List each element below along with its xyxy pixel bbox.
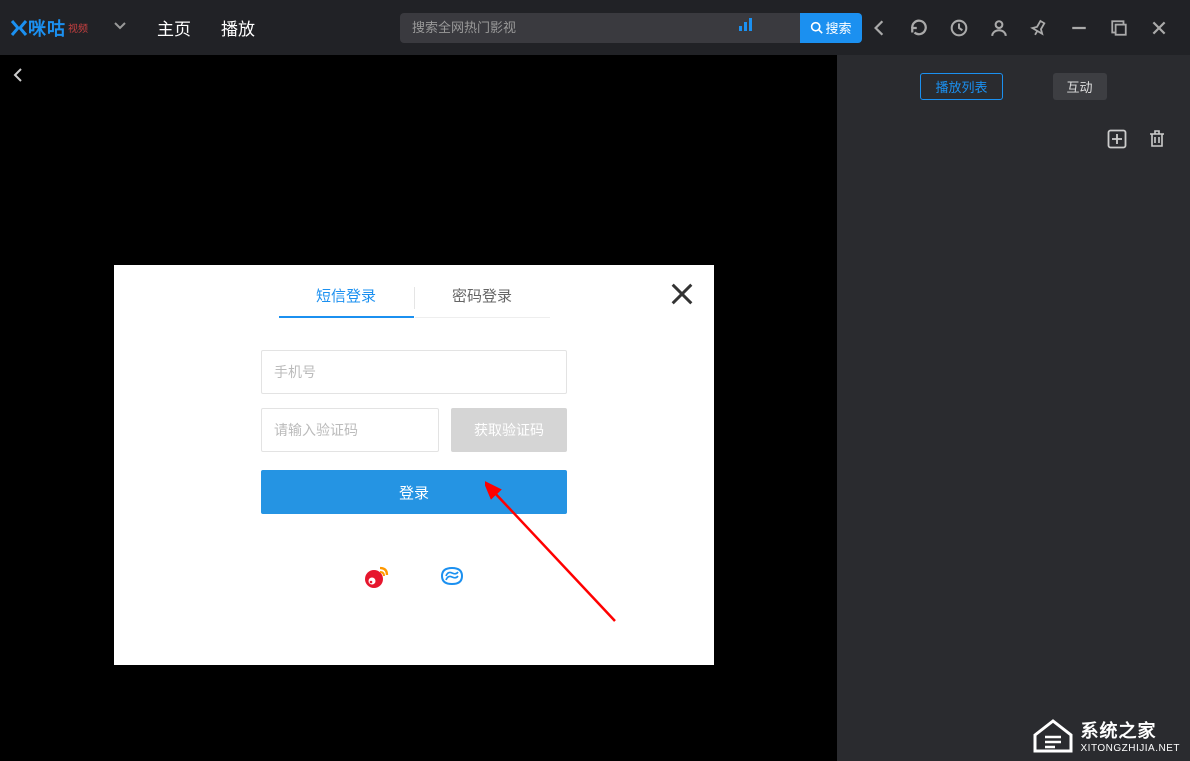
tab-sms-login[interactable]: 短信登录	[279, 285, 414, 318]
main-area: 短信登录 密码登录 获取验证码 登录	[0, 55, 1190, 761]
login-modal: 短信登录 密码登录 获取验证码 登录	[114, 265, 714, 665]
modal-close-icon[interactable]	[668, 280, 696, 313]
verification-code-input[interactable]	[261, 408, 439, 452]
user-icon[interactable]	[988, 17, 1010, 39]
chevron-down-icon[interactable]	[113, 18, 127, 37]
watermark-sub: XITONGZHIJIA.NET	[1081, 743, 1181, 754]
logo-sub: 视频	[68, 20, 88, 35]
pin-icon[interactable]	[1028, 17, 1050, 39]
right-sidebar: 播放列表 互动	[837, 55, 1190, 761]
search-button[interactable]: 搜索	[800, 13, 862, 43]
login-tabs: 短信登录 密码登录	[114, 265, 714, 318]
nav-play[interactable]: 播放	[221, 15, 255, 40]
phone-input[interactable]	[261, 350, 567, 394]
add-icon[interactable]	[1106, 128, 1128, 150]
tab-playlist[interactable]: 播放列表	[920, 73, 1002, 100]
trash-icon[interactable]	[1146, 128, 1168, 150]
search-button-label: 搜索	[825, 18, 851, 37]
header-controls	[868, 17, 1180, 39]
back-chevron-icon[interactable]	[10, 67, 26, 88]
back-icon[interactable]	[868, 17, 890, 39]
tab-password-login[interactable]: 密码登录	[415, 285, 550, 318]
china-mobile-icon[interactable]	[438, 562, 466, 590]
app-header: 咪咕 视频 主页 播放 搜索	[0, 0, 1190, 55]
video-player-area: 短信登录 密码登录 获取验证码 登录	[0, 55, 837, 761]
sidebar-actions	[837, 110, 1190, 150]
login-button[interactable]: 登录	[261, 470, 567, 514]
trending-icon[interactable]	[738, 18, 754, 35]
history-icon[interactable]	[948, 17, 970, 39]
code-row: 获取验证码	[261, 408, 567, 452]
minimize-icon[interactable]	[1068, 17, 1090, 39]
search-bar: 搜索	[400, 13, 862, 43]
logo: 咪咕 视频	[10, 15, 88, 41]
login-form: 获取验证码 登录	[114, 350, 714, 514]
sidebar-tabs: 播放列表 互动	[837, 55, 1190, 110]
close-icon[interactable]	[1148, 17, 1170, 39]
weibo-icon[interactable]	[362, 562, 390, 590]
search-icon	[810, 21, 823, 34]
send-code-button[interactable]: 获取验证码	[451, 408, 567, 452]
tab-interact[interactable]: 互动	[1053, 73, 1107, 100]
refresh-icon[interactable]	[908, 17, 930, 39]
watermark-text: 系统之家 XITONGZHIJIA.NET	[1081, 717, 1181, 754]
nav-home[interactable]: 主页	[157, 15, 191, 40]
logo-mark-icon	[10, 19, 28, 37]
watermark: 系统之家 XITONGZHIJIA.NET	[1031, 715, 1181, 755]
logo-text: 咪咕	[28, 15, 66, 41]
watermark-house-icon	[1031, 715, 1075, 755]
social-login	[114, 562, 714, 590]
watermark-title: 系统之家	[1081, 717, 1181, 743]
maximize-icon[interactable]	[1108, 17, 1130, 39]
